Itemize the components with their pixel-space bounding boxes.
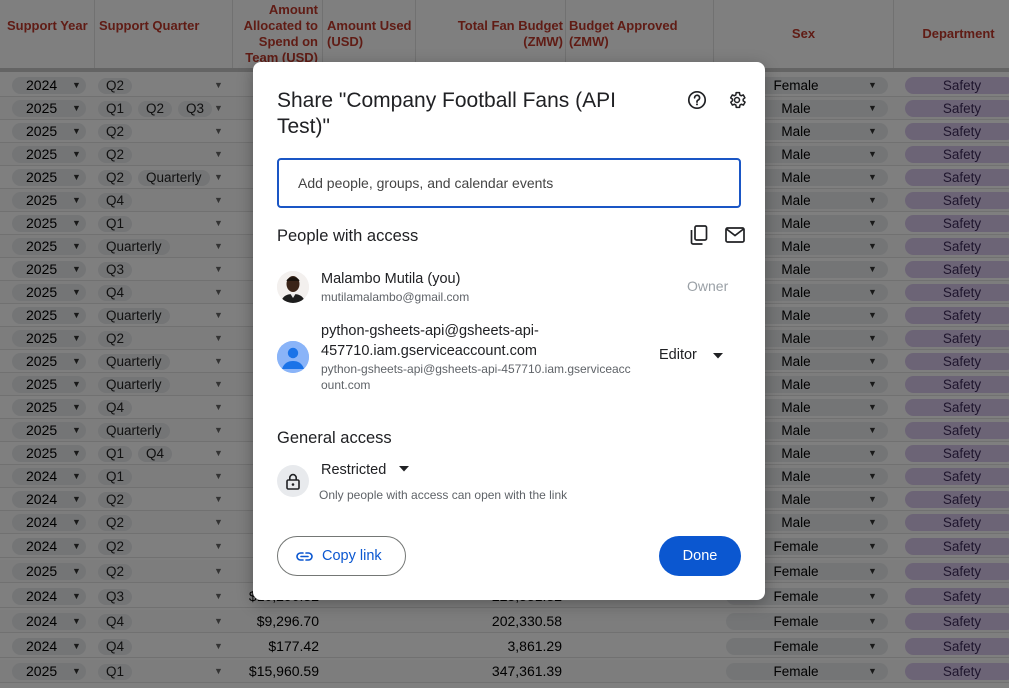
settings-gear-icon[interactable] (725, 88, 749, 112)
role-editor-label: Editor (659, 347, 697, 363)
avatar-service-account (277, 341, 309, 373)
person-service-name: python-gsheets-api@gsheets-api-457710.ia… (321, 323, 539, 359)
copy-link-button[interactable]: Copy link (277, 536, 406, 576)
share-dialog: Share "Company Football Fans (API Test)"… (253, 62, 765, 600)
access-level-dropdown[interactable]: Restricted (321, 462, 410, 482)
access-description: Only people with access can open with th… (319, 488, 568, 502)
done-button[interactable]: Done (659, 536, 741, 576)
role-editor-dropdown[interactable]: Editor (659, 347, 729, 367)
copy-link-label: Copy link (322, 548, 382, 564)
avatar-owner (277, 271, 309, 303)
dialog-title: Share "Company Football Fans (API Test)" (277, 89, 616, 138)
lock-icon (277, 465, 309, 497)
people-with-access-title: People with access (277, 227, 419, 245)
caret-down-icon (399, 466, 410, 472)
role-owner-label: Owner (687, 278, 729, 294)
add-people-field[interactable] (277, 158, 741, 208)
person-owner-email: mutilamalambo@gmail.com (321, 290, 470, 304)
person-owner-name: Malambo Mutila (you) (321, 271, 461, 287)
link-icon (296, 551, 313, 561)
person-service-email: python-gsheets-api@gsheets-api-457710.ia… (321, 362, 631, 392)
caret-down-icon (713, 353, 723, 359)
general-access-title: General access (277, 429, 392, 447)
access-level-label: Restricted (321, 462, 387, 478)
help-icon[interactable] (685, 88, 709, 112)
copy-emails-icon[interactable] (687, 223, 711, 247)
mail-icon[interactable] (723, 223, 747, 247)
add-people-input[interactable] (298, 160, 718, 206)
